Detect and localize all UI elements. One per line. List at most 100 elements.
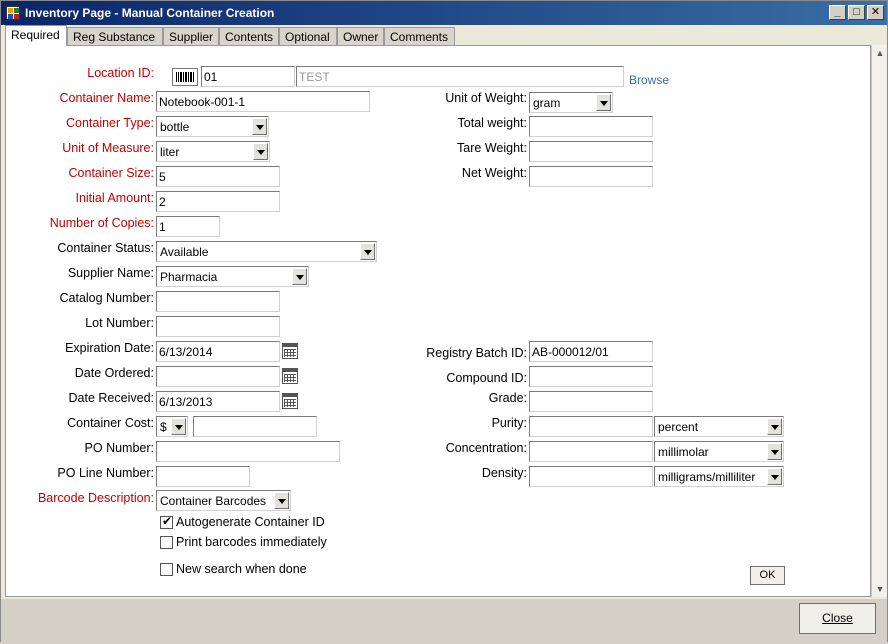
new-search-label: New search when done <box>176 562 307 576</box>
expiration-date-input[interactable]: 6/13/2014 <box>156 341 280 362</box>
compound-id-input[interactable] <box>529 366 653 387</box>
calendar-icon[interactable] <box>282 368 298 384</box>
container-status-label: Container Status: <box>57 241 154 255</box>
autogenerate-checkbox[interactable] <box>160 514 173 529</box>
chevron-down-icon[interactable] <box>360 243 375 260</box>
barcode-description-select[interactable]: Container Barcodes <box>156 490 291 511</box>
print-barcodes-label: Print barcodes immediately <box>176 535 327 549</box>
supplier-name-label: Supplier Name: <box>67 266 154 280</box>
initial-amount-input[interactable]: 2 <box>156 191 280 212</box>
registry-batch-id-label: Registry Batch ID: <box>426 346 527 360</box>
unit-of-weight-select[interactable]: gram <box>529 92 613 113</box>
expiration-date-label: Expiration Date: <box>65 341 154 355</box>
container-cost-label: Container Cost: <box>67 416 154 430</box>
app-window: Inventory Page - Manual Container Creati… <box>0 0 888 642</box>
purity-unit-select[interactable]: percent <box>654 416 784 437</box>
density-unit-value: milligrams/milliliter <box>658 470 756 484</box>
concentration-unit-value: millimolar <box>658 445 709 459</box>
location-name-field: TEST <box>296 66 624 87</box>
autogenerate-label: Autogenerate Container ID <box>176 515 325 529</box>
container-name-input[interactable]: Notebook-001-1 <box>156 91 370 112</box>
container-type-label: Container Type: <box>65 116 154 130</box>
scroll-up-icon[interactable]: ▲ <box>872 45 888 61</box>
new-search-checkbox[interactable] <box>160 563 173 576</box>
scroll-down-icon[interactable]: ▼ <box>872 581 888 597</box>
form-panel: Location ID: 01 TEST Browse Container Na… <box>5 45 871 597</box>
browse-link[interactable]: Browse <box>629 73 669 87</box>
lot-number-label: Lot Number: <box>85 316 154 330</box>
calendar-icon[interactable] <box>282 393 298 409</box>
grade-label: Grade: <box>488 391 527 405</box>
density-input[interactable] <box>529 466 653 487</box>
container-cost-input[interactable] <box>193 416 317 437</box>
date-ordered-label: Date Ordered: <box>74 366 154 380</box>
barcode-description-value: Container Barcodes <box>160 494 267 508</box>
date-received-label: Date Received: <box>68 391 154 405</box>
chevron-down-icon[interactable] <box>252 118 267 135</box>
ok-button[interactable]: OK <box>750 566 785 585</box>
net-weight-label: Net Weight: <box>461 166 527 180</box>
total-weight-label: Total weight: <box>457 116 527 130</box>
po-line-number-label: PO Line Number: <box>57 466 154 480</box>
container-status-value: Available <box>160 245 209 259</box>
currency-select[interactable]: $ <box>156 416 188 437</box>
print-barcodes-checkbox[interactable] <box>160 536 173 549</box>
density-unit-select[interactable]: milligrams/milliliter <box>654 466 784 487</box>
supplier-name-value: Pharmacia <box>160 270 218 284</box>
initial-amount-label: Initial Amount: <box>75 191 154 205</box>
chevron-down-icon[interactable] <box>767 468 782 485</box>
location-id-label: Location ID: <box>87 66 154 80</box>
unit-of-measure-label: Unit of Measure: <box>62 141 154 155</box>
tare-weight-input[interactable] <box>529 141 653 162</box>
date-ordered-input[interactable] <box>156 366 280 387</box>
barcode-description-label: Barcode Description: <box>37 491 154 505</box>
number-of-copies-label: Number of Copies: <box>49 216 154 230</box>
close-button[interactable]: Close <box>799 603 876 634</box>
chevron-down-icon[interactable] <box>274 492 289 509</box>
lot-number-input[interactable] <box>156 316 280 337</box>
unit-of-weight-label: Unit of Weight: <box>445 91 527 105</box>
concentration-unit-select[interactable]: millimolar <box>654 441 784 462</box>
barcode-scan-icon[interactable] <box>172 68 198 86</box>
chevron-down-icon[interactable] <box>292 268 307 285</box>
form-canvas: Location ID: 01 TEST Browse Container Na… <box>2 2 888 644</box>
catalog-number-input[interactable] <box>156 291 280 312</box>
supplier-name-select[interactable]: Pharmacia <box>156 266 309 287</box>
registry-batch-id-input[interactable]: AB-000012/01 <box>529 341 653 362</box>
concentration-input[interactable] <box>529 441 653 462</box>
chevron-down-icon[interactable] <box>171 418 186 435</box>
container-status-select[interactable]: Available <box>156 241 377 262</box>
dialog-footer: Close <box>1 599 887 642</box>
purity-label: Purity: <box>491 416 527 430</box>
container-type-value: bottle <box>160 120 190 134</box>
po-number-label: PO Number: <box>84 441 154 455</box>
tare-weight-label: Tare Weight: <box>457 141 527 155</box>
grade-input[interactable] <box>529 391 653 412</box>
date-received-input[interactable]: 6/13/2013 <box>156 391 280 412</box>
container-type-select[interactable]: bottle <box>156 116 269 137</box>
chevron-down-icon[interactable] <box>253 143 268 160</box>
chevron-down-icon[interactable] <box>767 418 782 435</box>
chevron-down-icon[interactable] <box>767 443 782 460</box>
purity-input[interactable] <box>529 416 653 437</box>
tab-required[interactable]: Required <box>5 25 67 46</box>
po-number-input[interactable] <box>156 441 340 462</box>
net-weight-input[interactable] <box>529 166 653 187</box>
container-size-label: Container Size: <box>68 166 154 180</box>
catalog-number-label: Catalog Number: <box>59 291 155 305</box>
compound-id-label: Compound ID: <box>446 371 527 385</box>
density-label: Density: <box>481 466 527 480</box>
po-line-number-input[interactable] <box>156 466 250 487</box>
container-size-input[interactable]: 5 <box>156 166 280 187</box>
currency-value: $ <box>160 420 167 434</box>
chevron-down-icon[interactable] <box>596 94 611 111</box>
concentration-label: Concentration: <box>445 441 527 455</box>
purity-unit-value: percent <box>658 420 699 434</box>
unit-of-weight-value: gram <box>533 96 561 110</box>
number-of-copies-input[interactable]: 1 <box>156 216 220 237</box>
unit-of-measure-select[interactable]: liter <box>156 141 270 162</box>
calendar-icon[interactable] <box>282 343 298 359</box>
vertical-scrollbar[interactable]: ▲ ▼ <box>871 45 887 597</box>
total-weight-input[interactable] <box>529 116 653 137</box>
location-id-input[interactable]: 01 <box>201 66 295 87</box>
